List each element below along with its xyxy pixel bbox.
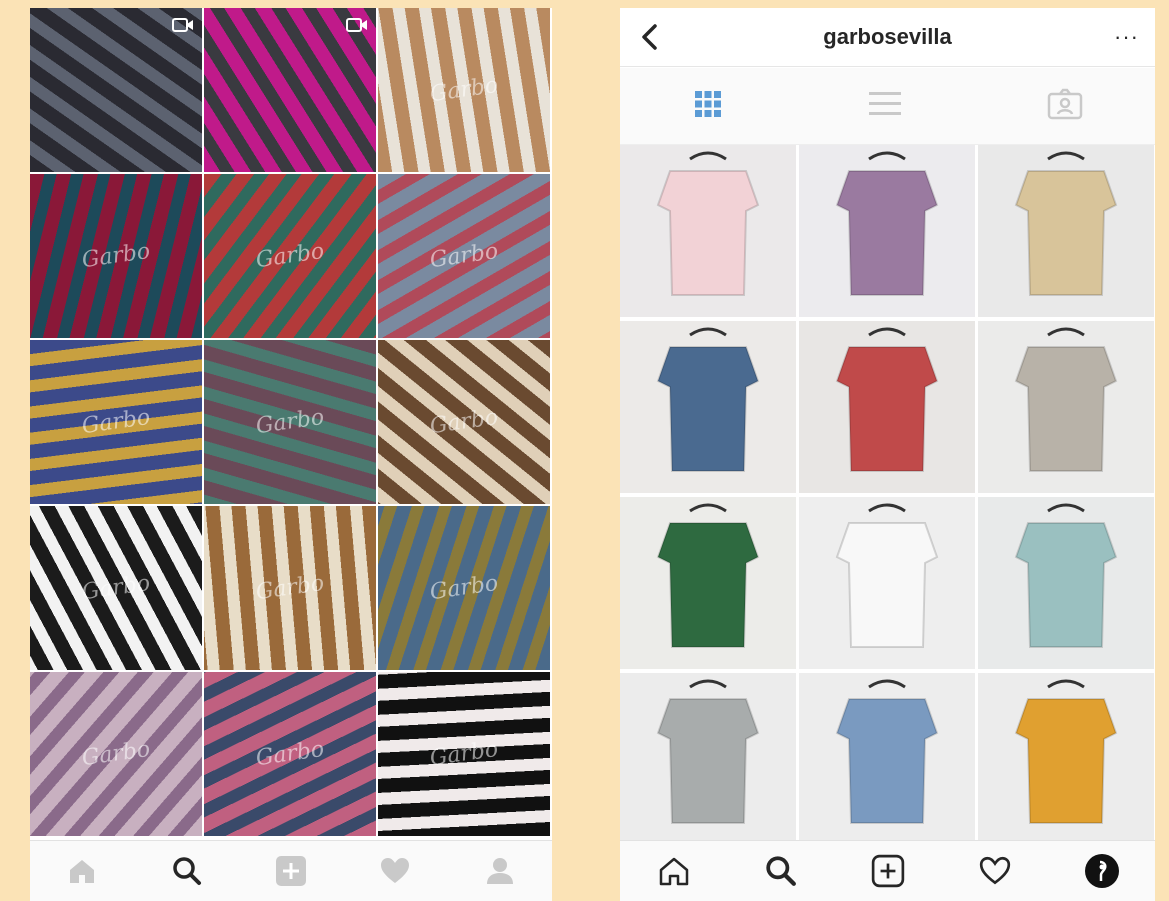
- profile-tab[interactable]: [480, 851, 520, 891]
- garment-illustration: [835, 151, 939, 296]
- profile-post-white-sweater-red-stripes[interactable]: [799, 497, 975, 669]
- list-view-tab[interactable]: [868, 89, 902, 124]
- explore-grid: Garbo Garbo Garbo Garbo Garbo Garbo Garbo Garbo…: [30, 8, 552, 840]
- garment-illustration: [1014, 151, 1118, 296]
- add-post-tab[interactable]: [868, 851, 908, 891]
- list-icon: [868, 91, 901, 115]
- bottom-tab-bar: [30, 840, 552, 901]
- watermark-text: Garbo: [80, 736, 152, 772]
- profile-header: garbosevilla ···: [620, 8, 1155, 67]
- watermark-text: Garbo: [428, 736, 500, 772]
- watermark-text: Garbo: [254, 238, 326, 274]
- explore-post-espadrille-collage[interactable]: Garbo: [204, 506, 376, 670]
- explore-post-woven-sandals[interactable]: Garbo: [378, 8, 550, 172]
- garment-illustration: [656, 151, 760, 296]
- tagged-view-tab[interactable]: [1047, 88, 1083, 125]
- profile-post-embroidered-pouches[interactable]: [799, 321, 975, 493]
- home-tab[interactable]: [654, 851, 694, 891]
- add-post-icon: [871, 854, 904, 888]
- watermark-text: Garbo: [80, 238, 152, 274]
- profile-username: garbosevilla: [823, 24, 952, 49]
- garment-illustration: [835, 327, 939, 472]
- profile-post-lilac-cami-top[interactable]: [799, 145, 975, 317]
- activity-heart-icon: [979, 856, 1010, 885]
- garment-illustration: [656, 679, 760, 824]
- explore-post-striped-trousers-collage[interactable]: Garbo: [378, 174, 550, 338]
- home-icon: [70, 860, 95, 883]
- profile-post-pink-lace-up-sweater[interactable]: [620, 145, 796, 317]
- search-icon: [765, 856, 796, 886]
- explore-screen: Garbo Garbo Garbo Garbo Garbo Garbo Garbo Garbo…: [30, 8, 552, 901]
- explore-post-animal-print-espadrilles[interactable]: Garbo: [378, 340, 550, 504]
- explore-post-black-platform-sneakers[interactable]: Garbo: [30, 506, 202, 670]
- garment-illustration: [835, 503, 939, 648]
- watermark-text: Garbo: [254, 736, 326, 772]
- explore-post-pink-platform-sandal-video[interactable]: [204, 8, 376, 172]
- watermark-text: Garbo: [428, 238, 500, 274]
- bottom-tab-bar: [620, 840, 1155, 901]
- explore-post-black-shoes-video[interactable]: [30, 8, 202, 172]
- activity-tab[interactable]: [975, 851, 1015, 891]
- activity-tab[interactable]: [375, 851, 415, 891]
- profile-post-leaf-print-top[interactable]: [620, 497, 796, 669]
- video-camera-icon: [346, 18, 367, 32]
- add-post-icon: [275, 856, 306, 886]
- garment-illustration: [1014, 327, 1118, 472]
- profile-post-mint-print-shorts[interactable]: [978, 497, 1154, 669]
- profile-post-denim-dungaree-dress[interactable]: [620, 321, 796, 493]
- tagged-photo-icon: [1047, 88, 1082, 119]
- watermark-text: Garbo: [428, 72, 500, 108]
- profile-tab[interactable]: [1082, 851, 1122, 891]
- watermark-text: Garbo: [254, 404, 326, 440]
- home-icon: [659, 857, 688, 886]
- video-camera-icon: [172, 18, 193, 32]
- profile-avatar-icon: [1084, 854, 1119, 888]
- search-tab[interactable]: [761, 851, 801, 891]
- explore-post-flared-trousers[interactable]: Garbo: [30, 174, 202, 338]
- profile-post-flared-ripped-jeans[interactable]: [799, 673, 975, 845]
- profile-post-grey-bow-top[interactable]: [620, 673, 796, 845]
- explore-post-jumpsuits-with-bags[interactable]: Garbo: [378, 506, 550, 670]
- more-options-button[interactable]: ···: [1114, 24, 1139, 50]
- garment-illustration: [835, 679, 939, 824]
- garment-illustration: [1014, 503, 1118, 648]
- explore-post-embroidered-cushions[interactable]: Garbo: [204, 174, 376, 338]
- watermark-text: Garbo: [254, 570, 326, 606]
- profile-post-mustard-crop-top[interactable]: [978, 673, 1154, 845]
- search-tab[interactable]: [167, 851, 207, 891]
- watermark-text: Garbo: [428, 570, 500, 606]
- garment-illustration: [656, 503, 760, 648]
- add-post-tab[interactable]: [271, 851, 311, 891]
- profile-posts-grid: [620, 145, 1155, 845]
- explore-post-white-top-black-frame[interactable]: Garbo: [378, 672, 550, 836]
- profile-screen: garbosevilla ···: [620, 8, 1155, 901]
- explore-post-striped-wide-pants[interactable]: Garbo: [204, 340, 376, 504]
- profile-view-tabs: [620, 68, 1155, 145]
- explore-post-linen-dresses-bags[interactable]: Garbo: [30, 672, 202, 836]
- profile-post-round-straw-bag[interactable]: [978, 145, 1154, 317]
- garment-illustration: [656, 327, 760, 472]
- back-chevron-icon[interactable]: [636, 22, 664, 52]
- explore-post-printed-scarves[interactable]: Garbo: [30, 340, 202, 504]
- grid-view-tab[interactable]: [693, 89, 723, 124]
- watermark-text: Garbo: [428, 404, 500, 440]
- home-tab[interactable]: [62, 851, 102, 891]
- garment-illustration: [1014, 679, 1118, 824]
- watermark-text: Garbo: [80, 404, 152, 440]
- activity-heart-icon: [381, 858, 410, 883]
- profile-icon: [486, 858, 513, 884]
- watermark-text: Garbo: [80, 570, 152, 606]
- grid-icon: [694, 90, 721, 117]
- explore-post-pink-print-tops[interactable]: Garbo: [204, 672, 376, 836]
- profile-post-striped-overalls[interactable]: [978, 321, 1154, 493]
- search-icon: [172, 857, 201, 885]
